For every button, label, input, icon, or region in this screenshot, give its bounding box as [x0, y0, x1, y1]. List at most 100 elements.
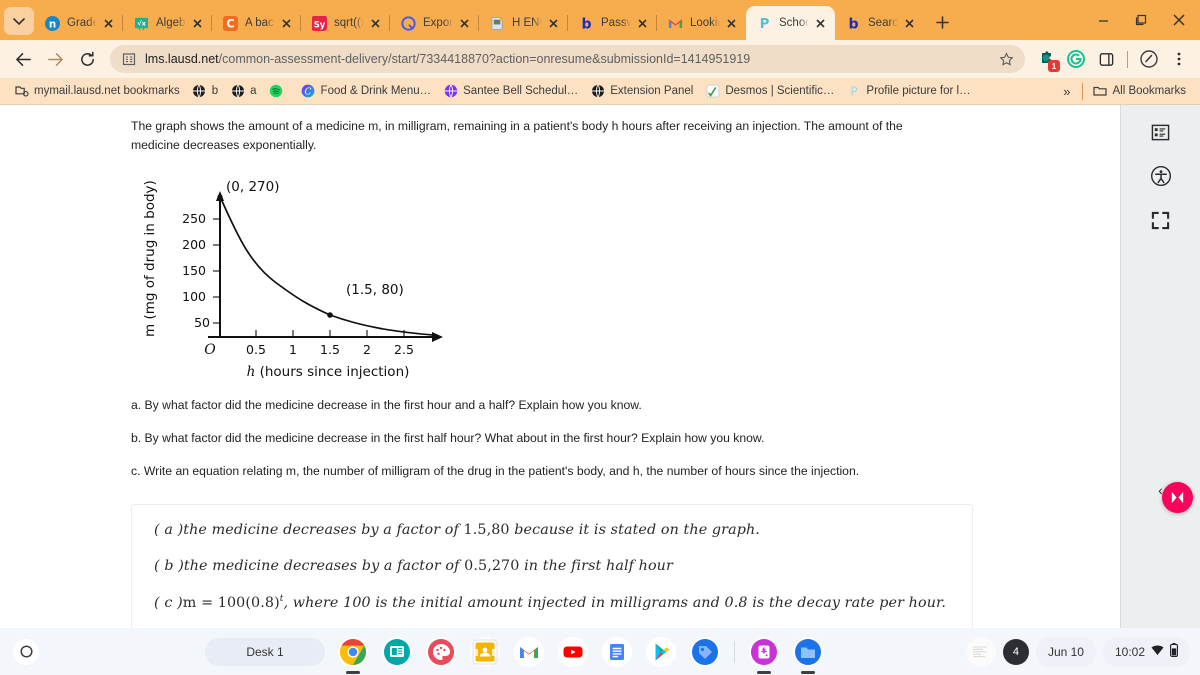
tab-algebra[interactable]: √x Algebra — [122, 6, 212, 40]
files-app-icon[interactable] — [793, 636, 823, 667]
tab-bacteria[interactable]: C A bacter — [211, 6, 301, 40]
browser-window: n Grades f √x Algebra C A bacter Sy sqr — [0, 0, 1200, 628]
quiz-app-icon[interactable] — [749, 636, 779, 667]
site-info-icon[interactable] — [120, 51, 137, 68]
tab-exponential[interactable]: Exponen — [389, 6, 479, 40]
student-answer-box[interactable]: ( a )the medicine decreases by a factor … — [131, 503, 973, 628]
quizlet-icon — [400, 15, 416, 31]
tab-schoology-active[interactable]: P Schoolo — [746, 6, 835, 40]
chromeos-shelf: Desk 1 4 Jun 10 10:02 — [0, 628, 1200, 675]
svg-text:200: 200 — [182, 237, 206, 252]
bookmark-label: Profile picture for l… — [866, 85, 971, 97]
question-prompt: The graph shows the amount of a medicine… — [131, 119, 903, 152]
bookmark-item[interactable] — [263, 82, 295, 101]
svg-text:0.5: 0.5 — [246, 342, 266, 357]
url-text: lms.lausd.net/common-assessment-delivery… — [145, 52, 993, 66]
svg-text:2.5: 2.5 — [394, 342, 414, 357]
clock-label: 10:02 — [1114, 644, 1145, 659]
chrome-menu-icon[interactable] — [1166, 46, 1192, 72]
schoology-p-icon: P — [846, 84, 861, 99]
globe-icon — [590, 84, 605, 99]
gmail-app-icon[interactable] — [514, 636, 544, 667]
tab-looking[interactable]: Looking — [656, 6, 746, 40]
bookmark-item[interactable]: Extension Panel — [584, 82, 699, 101]
answer-tail-a: because it is stated on the graph. — [509, 521, 760, 538]
bookmarks-overflow-button[interactable]: » — [1056, 82, 1077, 101]
slides-app-icon[interactable] — [382, 636, 412, 667]
side-panel-icon[interactable] — [1093, 46, 1119, 72]
grammarly-icon[interactable] — [1063, 46, 1089, 72]
screen-capture-thumbnail[interactable] — [965, 636, 996, 667]
tab-password[interactable]: b Passwo — [567, 6, 657, 40]
bookmark-item[interactable]: P Profile picture for l… — [840, 82, 976, 101]
close-window-button[interactable] — [1160, 6, 1198, 34]
profile-avatar-icon[interactable] — [1136, 46, 1162, 72]
assessment-tool-rail: ‹ — [1120, 105, 1200, 628]
tab-search-button[interactable] — [4, 7, 34, 35]
tab-close-button[interactable] — [812, 15, 829, 32]
all-bookmarks-button[interactable]: All Bookmarks — [1087, 82, 1193, 101]
tab-close-button[interactable] — [723, 15, 740, 32]
tab-search[interactable]: b Search r — [835, 6, 924, 40]
status-area[interactable]: 10:02 — [1102, 636, 1190, 667]
bookmark-item[interactable]: Desmos | Scientific… — [699, 82, 840, 101]
classroom-app-icon[interactable] — [470, 636, 500, 667]
bookmark-item[interactable]: Santee Bell Schedul… — [437, 82, 584, 101]
shelf-app-list — [338, 636, 823, 667]
minimize-button[interactable] — [1084, 6, 1122, 34]
tag-app-icon[interactable] — [690, 636, 720, 667]
bookmark-item[interactable]: a — [224, 82, 262, 101]
launcher-button[interactable] — [13, 638, 39, 665]
form-list-icon[interactable] — [1148, 119, 1174, 145]
maximize-button[interactable] — [1122, 6, 1160, 34]
bookmarks-bar: mymail.lausd.net bookmarks b a C Food & … — [0, 78, 1200, 104]
answer-text-a: the medicine decreases by a factor of — [183, 521, 464, 538]
new-tab-button[interactable] — [928, 8, 956, 36]
address-bar[interactable]: lms.lausd.net/common-assessment-delivery… — [110, 45, 1025, 73]
tab-close-button[interactable] — [189, 15, 206, 32]
tab-close-button[interactable] — [367, 15, 384, 32]
svg-text:P: P — [850, 85, 857, 99]
chat-bubble-icon[interactable] — [1162, 482, 1193, 513]
tab-english[interactable]: H ENGLI — [478, 6, 568, 40]
reload-icon — [80, 51, 94, 66]
tab-grades[interactable]: n Grades f — [34, 6, 123, 40]
notification-count-badge[interactable]: 4 — [1002, 638, 1029, 665]
tab-close-button[interactable] — [901, 15, 918, 32]
chevron-down-icon — [13, 18, 25, 26]
tab-close-button[interactable] — [456, 15, 473, 32]
y-axis-label: m (mg of drug in body) — [142, 180, 158, 337]
reload-button[interactable] — [72, 44, 102, 74]
svg-text:C: C — [226, 17, 234, 30]
date-display[interactable]: Jun 10 — [1035, 636, 1096, 667]
tab-close-button[interactable] — [634, 15, 651, 32]
svg-text:b: b — [848, 16, 858, 30]
tab-title: Looking — [690, 17, 720, 29]
brainly-icon: b — [845, 15, 861, 31]
tab-close-button[interactable] — [278, 15, 295, 32]
bookmark-item[interactable]: C Food & Drink Menu… — [295, 82, 438, 101]
tab-sqrt[interactable]: Sy sqrt((x-2 — [300, 6, 390, 40]
back-button[interactable] — [8, 44, 38, 74]
algebra-icon: √x — [133, 15, 149, 31]
docs-app-icon[interactable] — [602, 636, 632, 667]
sub-question-c: c. Write an equation relating m, the num… — [131, 463, 860, 478]
accessibility-icon[interactable] — [1148, 163, 1174, 189]
bookmark-item[interactable]: mymail.lausd.net bookmarks — [8, 82, 186, 101]
extension-puzzle-icon[interactable]: 1 — [1033, 46, 1060, 72]
bookmark-star-icon[interactable] — [993, 46, 1019, 72]
bookmark-item[interactable]: b — [186, 82, 224, 101]
doc-icon — [489, 15, 505, 31]
tab-close-button[interactable] — [100, 15, 117, 32]
desk-button[interactable]: Desk 1 — [205, 637, 325, 666]
play-store-app-icon[interactable] — [646, 636, 676, 667]
x-tick-marks — [255, 329, 405, 337]
youtube-app-icon[interactable] — [558, 636, 588, 667]
fullscreen-icon[interactable] — [1148, 207, 1174, 233]
canva-app-icon[interactable] — [426, 636, 456, 667]
forward-button[interactable] — [40, 44, 70, 74]
origin-label: O — [204, 342, 216, 358]
tab-close-button[interactable] — [545, 15, 562, 32]
svg-text:2: 2 — [363, 342, 371, 357]
chrome-app-icon[interactable] — [338, 636, 368, 667]
